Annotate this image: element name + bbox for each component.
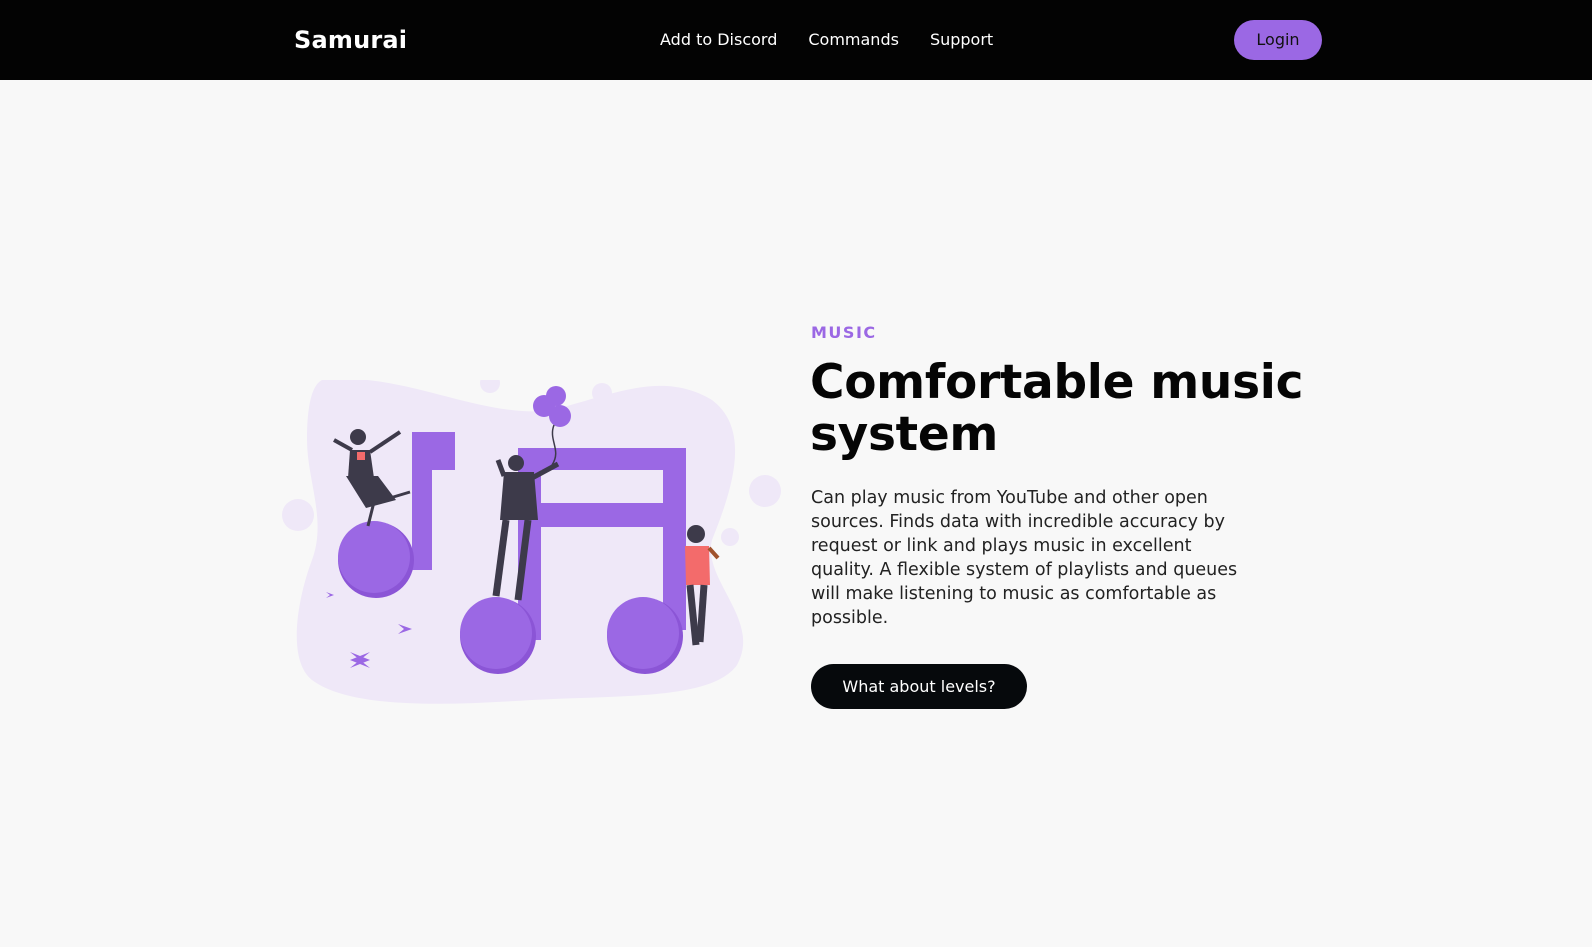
decor-circle (480, 380, 500, 393)
brand-logo[interactable]: Samurai (294, 24, 407, 56)
music-notes-illustration (282, 380, 781, 704)
decor-circle (721, 528, 739, 546)
nav-link-commands[interactable]: Commands (808, 28, 899, 52)
decor-circle (282, 499, 314, 531)
nav-link-support[interactable]: Support (930, 28, 993, 52)
hero-description: Can play music from YouTube and other op… (811, 488, 1238, 628)
decor-circle (749, 475, 781, 507)
hero-title: Comfortable music system (810, 355, 1304, 462)
nav-link-add-to-discord[interactable]: Add to Discord (660, 28, 777, 52)
levels-button[interactable]: What about levels? (811, 664, 1027, 709)
navbar: Samurai Add to Discord Commands Support … (0, 0, 1592, 80)
decor-circle (592, 383, 612, 403)
login-button[interactable]: Login (1234, 20, 1322, 60)
section-eyebrow: MUSIC (811, 323, 877, 342)
nav-links: Add to Discord Commands Support (660, 28, 1024, 52)
